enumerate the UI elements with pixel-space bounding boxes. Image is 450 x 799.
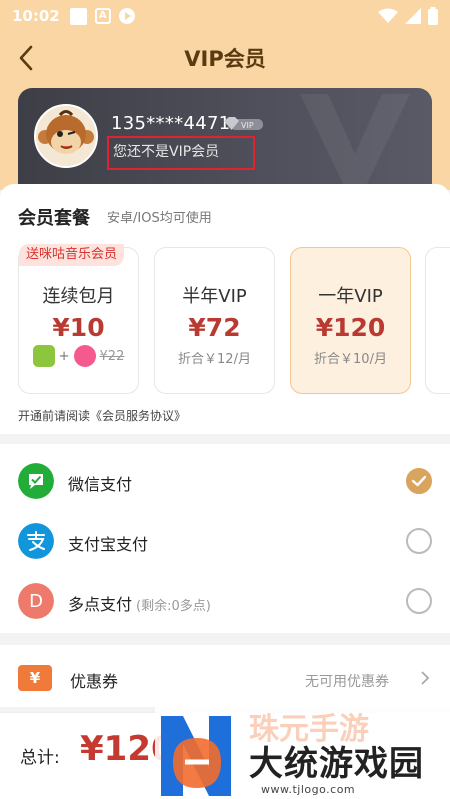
alipay-icon — [18, 523, 54, 559]
payment-label: 微信支付 — [68, 475, 133, 494]
package-name: 连续包月 — [42, 286, 115, 307]
package-card-half-year[interactable]: 半年VIP ¥72 折合￥12/月 — [154, 247, 275, 394]
vip-user-card: 135****4471 VIP 您还不是VIP会员 — [18, 88, 432, 193]
wifi-icon — [378, 8, 398, 23]
monkey-avatar-icon — [36, 106, 96, 166]
payment-option-duodian[interactable]: D 多点支付 (剩余:0多点) — [0, 571, 450, 631]
watermark: 珠元手游 大统游戏园 www.tjlogo.com — [155, 700, 450, 799]
play-app-icon — [118, 8, 135, 24]
package-panel: 会员套餐 安卓/IOS均可使用 送咪咕音乐会员 连续包月 ¥10 + ¥22 半… — [0, 184, 450, 434]
kids-app-icon — [32, 345, 55, 367]
payment-label: 多点支付 (剩余:0多点) — [68, 591, 211, 615]
package-section-subtitle: 安卓/IOS均可使用 — [107, 211, 212, 226]
avatar[interactable] — [34, 104, 98, 168]
package-name: 一年VIP — [318, 286, 383, 307]
payment-label: 支付宝支付 — [68, 535, 149, 554]
remaining-balance: (剩余:0多点) — [136, 599, 211, 614]
plus-sign: + — [58, 348, 70, 364]
package-price: ¥120 — [315, 313, 386, 342]
status-time: 10:02 — [12, 7, 60, 25]
watermark-logo-icon — [161, 716, 231, 796]
coupon-value: 无可用优惠券 — [305, 674, 389, 690]
bonus-row: + ¥22 — [19, 345, 138, 367]
duodian-icon: D — [18, 583, 54, 619]
nav-bar: VIP会员 — [0, 36, 450, 80]
status-bar: 10:02 A — [0, 0, 450, 32]
coupon-icon: ¥ — [18, 665, 52, 691]
v-decoration-icon — [300, 94, 410, 193]
back-button[interactable] — [12, 42, 44, 74]
migu-music-icon — [73, 345, 96, 367]
chevron-left-icon — [19, 45, 33, 71]
radio-selected[interactable] — [406, 468, 432, 494]
wechat-pay-icon — [18, 463, 54, 499]
coupon-row[interactable]: ¥ 优惠券 无可用优惠券 — [0, 645, 450, 707]
notification-square-icon — [69, 7, 87, 25]
original-price: ¥22 — [99, 348, 125, 364]
package-card-partial[interactable] — [425, 247, 450, 394]
check-icon — [411, 475, 427, 487]
watermark-url: www.tjlogo.com — [261, 783, 356, 796]
radio-unselected[interactable] — [406, 528, 432, 554]
watermark-text: 大统游戏园 — [249, 744, 424, 784]
battery-icon — [428, 7, 438, 25]
a-app-icon: A — [94, 8, 111, 24]
package-note: 折合￥12/月 — [178, 352, 251, 367]
gift-tag: 送咪咕音乐会员 — [19, 244, 125, 266]
package-price: ¥72 — [188, 313, 241, 342]
package-note: 折合￥10/月 — [314, 352, 387, 367]
payment-label-text: 多点支付 — [68, 595, 133, 614]
payment-option-alipay[interactable]: 支付宝支付 — [0, 511, 450, 571]
page-title: VIP会员 — [184, 47, 266, 71]
radio-unselected[interactable] — [406, 588, 432, 614]
user-phone: 135****4471 — [111, 113, 231, 134]
package-card-monthly[interactable]: 送咪咕音乐会员 连续包月 ¥10 + ¥22 — [18, 244, 139, 394]
vip-status-text: 您还不是VIP会员 — [113, 144, 220, 160]
chevron-right-icon — [421, 671, 430, 685]
vip-tag-text: VIP — [241, 121, 254, 130]
package-price: ¥10 — [52, 313, 105, 342]
agreement-link[interactable]: 开通前请阅读《会员服务协议》 — [18, 407, 186, 424]
package-name: 半年VIP — [182, 286, 247, 307]
vip-diamond-icon: VIP — [224, 117, 263, 130]
total-label: 总计: — [20, 748, 60, 768]
duodian-letter: D — [29, 591, 43, 612]
coupon-label: 优惠券 — [70, 672, 119, 691]
package-card-one-year[interactable]: 一年VIP ¥120 折合￥10/月 — [290, 247, 411, 394]
signal-icon — [405, 8, 421, 24]
payment-panel: 微信支付 支付宝支付 D 多点支付 (剩余:0多点) — [0, 444, 450, 633]
payment-option-wechat[interactable]: 微信支付 — [0, 451, 450, 511]
package-section-title: 会员套餐 — [18, 208, 90, 229]
